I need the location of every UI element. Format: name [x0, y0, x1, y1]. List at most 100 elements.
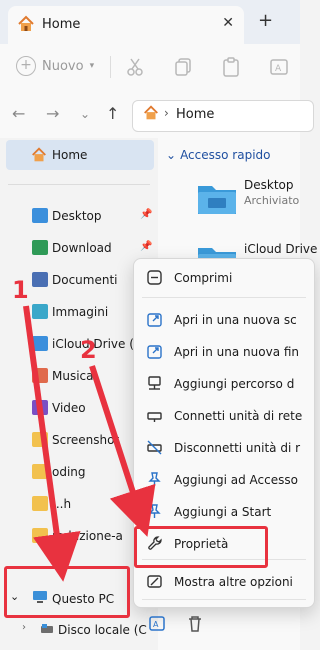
icloud-tile-label: iCloud Drive — [244, 242, 318, 256]
open-tab-icon — [147, 313, 162, 327]
sidebar-item-label: iCloud Drive (M — [52, 337, 145, 351]
sidebar-item-label: Musica — [52, 369, 94, 383]
folder-icon — [32, 400, 48, 415]
pin-start-icon — [148, 504, 161, 518]
tab-title: Home — [42, 17, 81, 32]
context-menu-item[interactable]: Apri in una nuova fin — [134, 337, 314, 367]
context-menu-item[interactable]: Aggiungi percorso d — [134, 369, 314, 399]
folder-icon — [32, 336, 48, 351]
context-menu-item[interactable]: Comprimi — [134, 263, 314, 293]
menu-item-label: Apri in una nuova fin — [174, 345, 300, 359]
sidebar-item-label: Download — [52, 241, 112, 255]
context-menu-item[interactable]: Apri in una nuova sc — [134, 305, 314, 335]
sidebar-item-label: Disco locale (C — [58, 623, 147, 637]
folder-icon — [32, 240, 48, 255]
toolbar-divider — [110, 56, 111, 78]
translate-icon[interactable]: A — [148, 614, 166, 634]
network-location-icon — [148, 376, 161, 390]
folder-icon[interactable] — [196, 180, 238, 216]
pin-icon — [148, 472, 161, 486]
folder-icon — [32, 496, 48, 511]
menu-item-label: Disconnetti unità di r — [174, 441, 301, 455]
sidebar-item[interactable]: Desktop 📌 — [0, 202, 158, 232]
desktop-tile-status: Archiviato — [244, 194, 300, 207]
sidebar-item-label: Screenshot — [52, 433, 120, 447]
folder-icon — [32, 528, 48, 543]
folder-icon — [32, 432, 48, 447]
context-menu-item[interactable]: Aggiungi ad Accesso — [134, 465, 314, 495]
chevron-right-icon[interactable]: › — [22, 622, 26, 633]
home-icon — [32, 147, 46, 162]
cut-icon[interactable] — [124, 56, 146, 78]
home-icon — [144, 105, 158, 120]
paste-icon[interactable] — [220, 56, 242, 78]
folder-icon — [32, 272, 48, 287]
menu-item-label: Aggiungi a Start — [174, 505, 272, 519]
new-button[interactable]: + Nuovo ▾ — [16, 56, 94, 76]
sidebar-item-label: roduzione-a — [52, 529, 123, 543]
rename-icon[interactable]: A — [268, 56, 290, 78]
drive-icon — [41, 624, 53, 633]
menu-separator — [142, 297, 306, 298]
compress-icon — [147, 270, 162, 285]
tab-bar: Home ✕ + — [0, 0, 300, 44]
tab-home[interactable]: Home ✕ — [8, 6, 244, 44]
context-menu-item[interactable]: Disconnetti unità di r — [134, 433, 314, 463]
step-number-2: 2 — [80, 336, 97, 364]
svg-text:A: A — [153, 620, 159, 629]
menu-item-label: Mostra altre opzioni — [174, 575, 293, 589]
home-icon — [18, 15, 34, 31]
more-options-icon — [147, 575, 162, 588]
sidebar-divider — [8, 184, 150, 185]
menu-item-label: Apri in una nuova sc — [174, 313, 297, 327]
folder-icon — [32, 208, 48, 223]
up-arrow-icon[interactable]: ↑ — [106, 104, 119, 123]
plus-icon: + — [16, 56, 36, 76]
menu-separator — [142, 599, 306, 600]
breadcrumb[interactable]: Home — [176, 107, 214, 122]
menu-item-label: Aggiungi ad Accesso — [174, 473, 298, 487]
context-menu-item[interactable]: Connetti unità di rete — [134, 401, 314, 431]
section-title: Accesso rapido — [180, 148, 271, 162]
context-menu-item[interactable]: Mostra altre opzioni — [134, 567, 314, 597]
sidebar-item-label: oding — [52, 465, 86, 479]
folder-icon — [32, 304, 48, 319]
copy-icon[interactable] — [172, 56, 194, 78]
command-bar: + Nuovo ▾ A — [0, 44, 300, 91]
sidebar-item-home[interactable]: Home — [6, 140, 154, 170]
menu-item-label: Aggiungi percorso d — [174, 377, 295, 391]
pin-icon: 📌 — [140, 241, 153, 252]
trash-icon[interactable] — [186, 614, 204, 634]
pin-icon: 📌 — [140, 209, 153, 220]
folder-icon — [32, 368, 48, 383]
disconnect-drive-icon — [147, 440, 162, 455]
desktop-tile-label: Desktop — [244, 178, 294, 192]
quick-access-header[interactable]: ⌄ Accesso rapido — [166, 148, 271, 162]
sidebar-item-label: ...h — [52, 497, 72, 511]
menu-item-label: Comprimi — [174, 271, 233, 285]
svg-text:A: A — [275, 64, 282, 74]
sidebar-item-label: Video — [52, 401, 86, 415]
highlight-box-properties — [134, 526, 268, 568]
recent-chevron-icon[interactable]: ⌄ — [80, 107, 90, 121]
folder-icon — [32, 464, 48, 479]
sidebar-item-label: Immagini — [52, 305, 109, 319]
back-arrow-icon[interactable]: ← — [12, 104, 25, 123]
new-tab-button[interactable]: + — [258, 10, 273, 31]
context-menu-item[interactable]: Aggiungi a Start — [134, 497, 314, 527]
forward-arrow-icon[interactable]: → — [46, 104, 59, 123]
sidebar-item-label: Home — [52, 148, 88, 162]
chevron-down-icon: ▾ — [89, 61, 95, 71]
new-label: Nuovo — [42, 58, 84, 74]
sidebar-item-label: Documenti — [52, 273, 118, 287]
menu-item-label: Connetti unità di rete — [174, 409, 303, 423]
step-number-1: 1 — [12, 276, 29, 304]
open-window-icon — [147, 345, 162, 359]
highlight-box-this-pc — [4, 566, 130, 618]
sidebar-item-label: Desktop — [52, 209, 102, 223]
map-drive-icon — [147, 412, 162, 422]
close-tab-icon[interactable]: ✕ — [222, 15, 234, 31]
breadcrumb-chevron-icon: › — [164, 106, 169, 120]
chevron-down-icon: ⌄ — [166, 148, 177, 162]
sidebar-item-local-disk[interactable]: › Disco locale (C — [0, 616, 158, 644]
